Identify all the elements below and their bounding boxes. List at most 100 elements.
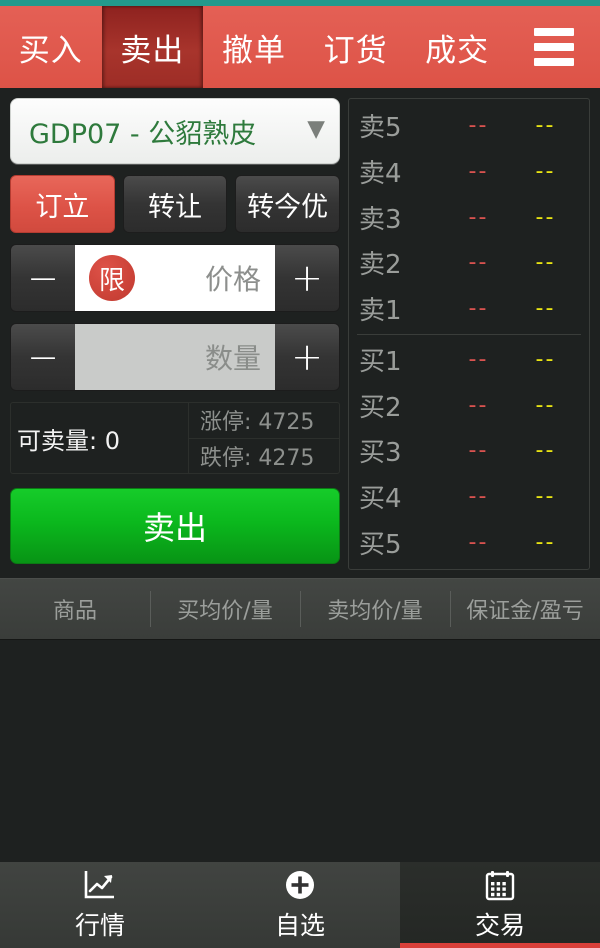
mode-button-establish[interactable]: 订立 xyxy=(10,175,115,233)
tab-cancel-order-label: 撤单 xyxy=(221,32,286,69)
tab-orders[interactable]: 订货 xyxy=(305,6,407,88)
order-book-price: -- xyxy=(468,529,489,555)
minus-icon: − xyxy=(27,256,59,300)
order-book-price: -- xyxy=(468,346,489,372)
tab-buy-label: 买入 xyxy=(18,32,83,69)
calendar-icon xyxy=(484,868,516,902)
order-book-price: -- xyxy=(468,250,489,276)
available-quantity: 可卖量: 0 xyxy=(11,403,189,473)
price-decrement-button[interactable]: − xyxy=(11,245,75,311)
nav-item-watchlist-label: 自选 xyxy=(274,911,325,940)
symbol-select-value: GDP07 - 公貂熟皮 xyxy=(29,118,257,150)
bottom-navigation: 行情 自选 交易 xyxy=(0,862,600,948)
order-book-price: -- xyxy=(468,204,489,230)
column-header-sell-avg-label: 卖均价/量 xyxy=(327,599,423,624)
order-book-volume: -- xyxy=(535,204,556,230)
app-root: 买入 卖出 撤单 订货 成交 GDP07 - 公貂熟皮 ▼ 订立 转让 转今优 … xyxy=(0,0,600,948)
order-book-price: -- xyxy=(468,113,489,139)
nav-item-trade[interactable]: 交易 xyxy=(400,862,600,948)
order-book-label: 卖4 xyxy=(359,159,402,190)
mode-button-transfer-today[interactable]: 转今优 xyxy=(235,175,341,233)
column-header-buy-avg[interactable]: 买均价/量 xyxy=(150,579,300,639)
mode-button-establish-label: 订立 xyxy=(35,191,90,223)
nav-item-market-label: 行情 xyxy=(74,911,125,940)
order-book: 卖5 -- -- 卖4 -- -- 卖3 -- -- 卖2 -- -- 卖1 -… xyxy=(348,98,590,570)
column-header-buy-avg-label: 买均价/量 xyxy=(177,599,273,624)
order-book-volume: -- xyxy=(535,250,556,276)
quantity-decrement-button[interactable]: − xyxy=(11,324,75,390)
order-book-label: 买4 xyxy=(359,483,402,514)
order-book-volume: -- xyxy=(535,392,556,418)
column-header-sell-avg[interactable]: 卖均价/量 xyxy=(300,579,450,639)
order-book-volume: -- xyxy=(535,296,556,322)
chart-icon xyxy=(83,868,117,902)
order-info-row: 可卖量: 0 涨停: 4725 跌停: 4275 xyxy=(10,402,340,474)
quantity-stepper: − 数量 + xyxy=(10,323,340,391)
mode-button-transfer[interactable]: 转让 xyxy=(122,175,228,233)
order-book-price: -- xyxy=(468,483,489,509)
limit-order-badge: 限 xyxy=(89,255,135,301)
order-book-row[interactable]: 买1 -- -- xyxy=(349,337,589,383)
order-book-volume: -- xyxy=(535,113,556,139)
order-book-volume: -- xyxy=(535,159,556,185)
hamburger-bar-2 xyxy=(533,43,574,51)
quantity-increment-button[interactable]: + xyxy=(275,324,339,390)
top-tab-bar: 买入 卖出 撤单 订货 成交 xyxy=(0,6,600,88)
order-book-row[interactable]: 卖5 -- -- xyxy=(349,103,589,149)
nav-item-trade-label: 交易 xyxy=(474,911,525,940)
tab-cancel-order[interactable]: 撤单 xyxy=(203,6,305,88)
order-book-label: 买2 xyxy=(359,392,402,423)
order-book-row[interactable]: 卖4 -- -- xyxy=(349,149,589,195)
order-book-row[interactable]: 买5 -- -- xyxy=(349,519,589,565)
tab-sell[interactable]: 卖出 xyxy=(101,6,204,88)
order-book-row[interactable]: 买2 -- -- xyxy=(349,382,589,428)
tab-trades[interactable]: 成交 xyxy=(406,6,508,88)
tab-sell-label: 卖出 xyxy=(120,32,185,69)
price-increment-button[interactable]: + xyxy=(275,245,339,311)
order-book-label: 买3 xyxy=(359,438,402,469)
quantity-input-placeholder: 数量 xyxy=(204,342,261,375)
column-header-margin-pnl-label: 保证金/盈亏 xyxy=(466,599,584,624)
column-header-product-label: 商品 xyxy=(52,599,97,624)
chevron-down-icon: ▼ xyxy=(307,115,325,142)
mode-button-transfer-today-label: 转今优 xyxy=(247,191,329,223)
order-book-volume: -- xyxy=(535,529,556,555)
tab-orders-label: 订货 xyxy=(323,32,388,69)
column-header-product[interactable]: 商品 xyxy=(0,579,150,639)
column-header-margin-pnl[interactable]: 保证金/盈亏 xyxy=(450,579,600,639)
order-book-row[interactable]: 卖2 -- -- xyxy=(349,240,589,286)
mode-button-transfer-label: 转让 xyxy=(148,191,202,223)
order-form: GDP07 - 公貂熟皮 ▼ 订立 转让 转今优 − 限 价格 + − 数量 +… xyxy=(10,98,341,578)
order-mode-group: 订立 转让 转今优 xyxy=(10,175,341,233)
sell-submit-button[interactable]: 卖出 xyxy=(10,488,340,564)
order-book-row[interactable]: 卖1 -- -- xyxy=(349,286,589,332)
tab-buy[interactable]: 买入 xyxy=(0,6,102,88)
order-book-sell-group: 卖5 -- -- 卖4 -- -- 卖3 -- -- 卖2 -- -- 卖1 -… xyxy=(349,103,589,332)
plus-icon: + xyxy=(291,256,323,300)
order-book-price: -- xyxy=(468,296,489,322)
order-book-row[interactable]: 卖3 -- -- xyxy=(349,194,589,240)
price-limits: 涨停: 4725 跌停: 4275 xyxy=(189,403,339,473)
limit-down-value: 跌停: 4275 xyxy=(200,445,315,471)
order-book-label: 卖2 xyxy=(359,250,402,281)
order-book-buy-group: 买1 -- -- 买2 -- -- 买3 -- -- 买4 -- -- 买5 -… xyxy=(349,337,589,566)
hamburger-icon[interactable] xyxy=(508,6,600,88)
order-book-row[interactable]: 买4 -- -- xyxy=(349,474,589,520)
price-input-placeholder: 价格 xyxy=(204,263,261,296)
order-book-label: 卖5 xyxy=(359,113,402,144)
trade-area: GDP07 - 公貂熟皮 ▼ 订立 转让 转今优 − 限 价格 + − 数量 +… xyxy=(0,88,600,578)
order-book-price: -- xyxy=(468,159,489,185)
positions-list[interactable] xyxy=(0,640,600,862)
price-input[interactable]: 限 价格 xyxy=(75,245,275,311)
quantity-input[interactable]: 数量 xyxy=(75,324,275,390)
order-book-row[interactable]: 买3 -- -- xyxy=(349,428,589,474)
order-book-label: 买5 xyxy=(359,529,402,560)
plus-icon: + xyxy=(291,335,323,379)
nav-item-market[interactable]: 行情 xyxy=(0,862,200,948)
limit-up-value: 涨停: 4725 xyxy=(189,403,339,439)
order-book-label: 卖1 xyxy=(359,296,402,327)
tab-trades-label: 成交 xyxy=(425,32,490,69)
symbol-select[interactable]: GDP07 - 公貂熟皮 ▼ xyxy=(10,98,340,164)
nav-item-watchlist[interactable]: 自选 xyxy=(200,862,400,948)
plus-circle-icon xyxy=(284,868,316,902)
